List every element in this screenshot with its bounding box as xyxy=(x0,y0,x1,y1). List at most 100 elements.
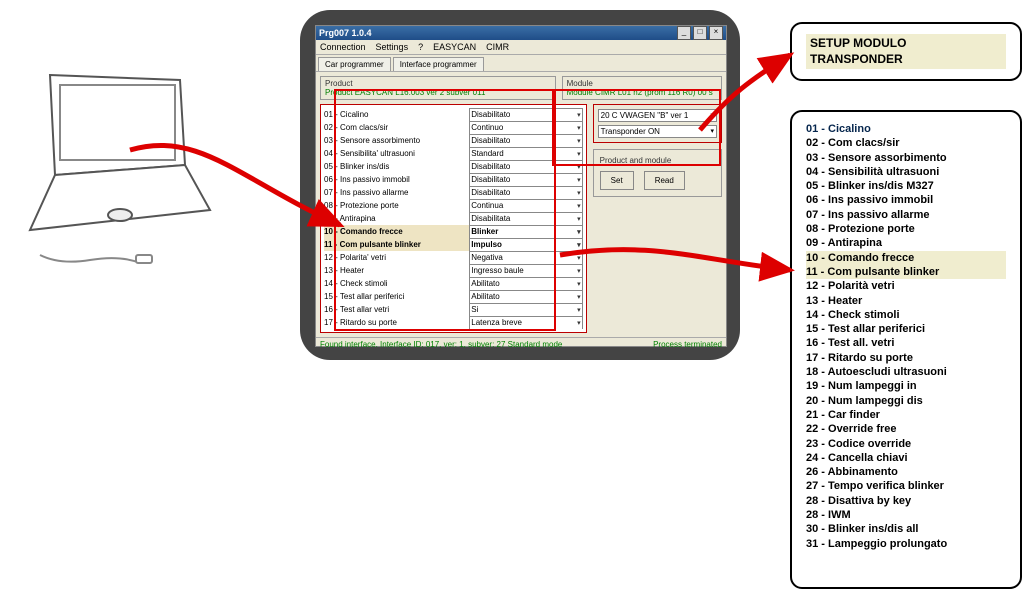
param-label: 10 - Comando frecce xyxy=(324,227,466,236)
callout-list-item: 31 - Lampeggio prolungato xyxy=(806,537,1006,551)
param-label: 16 - Test allar vetri xyxy=(324,305,466,314)
param-label: 17 - Ritardo su porte xyxy=(324,318,466,327)
maximize-icon[interactable]: □ xyxy=(693,26,707,40)
callout-list-item: 11 - Com pulsante blinker xyxy=(806,265,1006,279)
menu-cimr[interactable]: CIMR xyxy=(486,42,509,52)
param-label: 13 - Heater xyxy=(324,266,466,275)
menu-help[interactable]: ? xyxy=(418,42,423,52)
callout-list-item: 28 - Disattiva by key xyxy=(806,494,1006,508)
param-label: 14 - Check stimoli xyxy=(324,279,466,288)
close-icon[interactable]: × xyxy=(709,26,723,40)
callout-list-item: 21 - Car finder xyxy=(806,408,1006,422)
statusbar: Found interface. Interface ID: 017, ver:… xyxy=(316,337,726,351)
param-row: 03 - Sensore assorbimentoDisabilitato xyxy=(324,134,583,147)
callout-list-item: 02 - Com clacs/sir xyxy=(806,136,1006,150)
param-select[interactable]: Impulso xyxy=(469,238,582,252)
module-vehicle-select[interactable]: 20 C VWAGEN "B" ver 1 xyxy=(598,109,717,122)
callout-list-item: 26 - Abbinamento xyxy=(806,465,1006,479)
callout-list-item: 13 - Heater xyxy=(806,294,1006,308)
callout-list-item: 22 - Override free xyxy=(806,422,1006,436)
param-label: 01 - Cicalino xyxy=(324,110,466,119)
tab-car-programmer[interactable]: Car programmer xyxy=(318,57,391,71)
titlebar: Prg007 1.0.4 _ □ × xyxy=(316,26,726,40)
callout-title-l2: TRANSPONDER xyxy=(810,52,903,66)
param-select[interactable]: Disabilitato xyxy=(469,108,582,122)
param-row: 12 - Polarita' vetriNegativa xyxy=(324,251,583,264)
param-row: 07 - Ins passivo allarmeDisabilitato xyxy=(324,186,583,199)
param-select[interactable]: Abilitato xyxy=(469,290,582,304)
param-select[interactable]: Latenza breve xyxy=(469,316,582,330)
callout-list-item: 04 - Sensibilità ultrasuoni xyxy=(806,165,1006,179)
callout-list-item: 05 - Blinker ins/dis M327 xyxy=(806,179,1006,193)
param-row: 17 - Ritardo su porteLatenza breve xyxy=(324,316,583,329)
callout-list-item: 01 - Cicalino xyxy=(806,122,1006,136)
param-select[interactable]: Abilitato xyxy=(469,277,582,291)
tab-interface-programmer[interactable]: Interface programmer xyxy=(393,57,484,71)
menu-easycan[interactable]: EASYCAN xyxy=(433,42,476,52)
callout-list-item: 27 - Tempo verifica blinker xyxy=(806,479,1006,493)
param-row: 15 - Test allar perifericiAbilitato xyxy=(324,290,583,303)
tabbar: Car programmer Interface programmer xyxy=(316,55,726,72)
product-label: Product xyxy=(325,79,551,88)
param-select[interactable]: Disabilitata xyxy=(469,212,582,226)
param-select[interactable]: Blinker xyxy=(469,225,582,239)
param-select[interactable]: Standard xyxy=(469,147,582,161)
callout-list-item: 07 - Ins passivo allarme xyxy=(806,208,1006,222)
param-select[interactable]: Si xyxy=(469,303,582,317)
status-left: Found interface. Interface ID: 017, ver:… xyxy=(320,340,562,349)
menubar: Connection Settings ? EASYCAN CIMR xyxy=(316,40,726,55)
read-button[interactable]: Read xyxy=(644,171,685,190)
menu-connection[interactable]: Connection xyxy=(320,42,366,52)
callout-list-item: 12 - Polarità vetri xyxy=(806,279,1006,293)
param-row: 08 - Protezione porteContinua xyxy=(324,199,583,212)
param-select[interactable]: Disabilitato xyxy=(469,186,582,200)
callout-setup-title: SETUP MODULO TRANSPONDER xyxy=(790,22,1022,81)
param-row: 05 - Blinker ins/disDisabilitato xyxy=(324,160,583,173)
param-row: 01 - CicalinoDisabilitato xyxy=(324,108,583,121)
window-title: Prg007 1.0.4 xyxy=(319,28,372,38)
param-select[interactable]: Negativa xyxy=(469,251,582,265)
callout-list-item: 08 - Protezione porte xyxy=(806,222,1006,236)
menu-settings[interactable]: Settings xyxy=(376,42,409,52)
product-group: Product Product EASYCAN L16.003 ver 2 su… xyxy=(320,76,556,100)
module-group: Module Module CIMR L01 n2 (prom 116 R0) … xyxy=(562,76,722,100)
set-button[interactable]: Set xyxy=(600,171,634,190)
minimize-icon[interactable]: _ xyxy=(677,26,691,40)
param-select[interactable]: Continuo xyxy=(469,121,582,135)
param-label: 06 - Ins passivo immobil xyxy=(324,175,466,184)
param-label: 08 - Protezione porte xyxy=(324,201,466,210)
param-select[interactable]: Disabilitato xyxy=(469,134,582,148)
module-select-box: 20 C VWAGEN "B" ver 1 Transponder ON xyxy=(593,104,722,143)
param-select[interactable]: Disabilitato xyxy=(469,160,582,174)
param-row: 13 - HeaterIngresso baule xyxy=(324,264,583,277)
module-transponder-select[interactable]: Transponder ON xyxy=(598,125,717,138)
param-label: 05 - Blinker ins/dis xyxy=(324,162,466,171)
callout-list-item: 06 - Ins passivo immobil xyxy=(806,193,1006,207)
callout-list-item: 09 - Antirapina xyxy=(806,236,1006,250)
param-row: 16 - Test allar vetriSi xyxy=(324,303,583,316)
parameter-list: 01 - CicalinoDisabilitato02 - Com clacs/… xyxy=(320,104,587,333)
callout-list-item: 15 - Test allar periferici xyxy=(806,322,1006,336)
callout-list-item: 23 - Codice override xyxy=(806,437,1006,451)
callout-list-item: 19 - Num lampeggi in xyxy=(806,379,1006,393)
param-label: 12 - Polarita' vetri xyxy=(324,253,466,262)
param-label: 09 - Antirapina xyxy=(324,214,466,223)
callout-list-item: 03 - Sensore assorbimento xyxy=(806,151,1006,165)
software-window-frame: Prg007 1.0.4 _ □ × Connection Settings ?… xyxy=(300,10,740,360)
product-module-box: Product and module Set Read xyxy=(593,149,722,197)
callout-list-item: 14 - Check stimoli xyxy=(806,308,1006,322)
param-select[interactable]: Disabilitato xyxy=(469,173,582,187)
callout-list-item: 18 - Autoescludi ultrasuoni xyxy=(806,365,1006,379)
param-row: 11 - Com pulsante blinkerImpulso xyxy=(324,238,583,251)
param-label: 11 - Com pulsante blinker xyxy=(324,240,466,249)
callout-list-item: 10 - Comando frecce xyxy=(806,251,1006,265)
param-label: 02 - Com clacs/sir xyxy=(324,123,466,132)
param-row: 04 - Sensibilita' ultrasuoniStandard xyxy=(324,147,583,160)
param-select[interactable]: Continua xyxy=(469,199,582,213)
param-row: 06 - Ins passivo immobilDisabilitato xyxy=(324,173,583,186)
param-select[interactable]: Ingresso baule xyxy=(469,264,582,278)
module-label: Module xyxy=(567,79,717,88)
status-right: Process terminated xyxy=(653,340,722,349)
param-label: 04 - Sensibilita' ultrasuoni xyxy=(324,149,466,158)
param-label: 15 - Test allar periferici xyxy=(324,292,466,301)
